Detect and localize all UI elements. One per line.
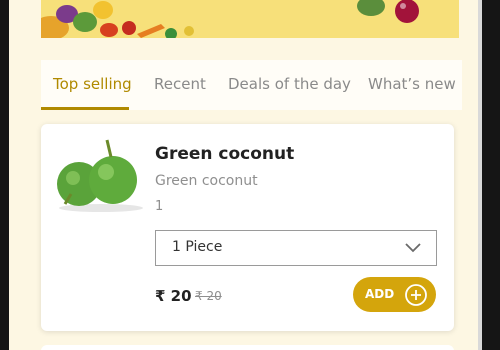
chevron-down-icon — [405, 243, 421, 253]
product-card[interactable]: Green coconut Green coconut 1 1 Piece ₹ … — [41, 124, 454, 331]
tab-top-selling[interactable]: Top selling — [53, 75, 132, 93]
tab-whats-new[interactable]: What’s new — [368, 75, 456, 93]
add-to-cart-button[interactable]: ADD — [353, 277, 436, 312]
product-title: Green coconut — [155, 144, 295, 164]
active-tab-indicator — [41, 107, 129, 110]
tab-recent[interactable]: Recent — [154, 75, 206, 93]
price-original: ₹ 20 — [195, 289, 222, 303]
unit-select-value: 1 Piece — [172, 239, 223, 255]
add-button-label: ADD — [365, 287, 395, 301]
promo-banner[interactable] — [41, 0, 459, 38]
plus-icon — [405, 284, 427, 306]
unit-select[interactable]: 1 Piece — [155, 230, 437, 266]
product-image — [57, 139, 143, 212]
product-quantity: 1 — [155, 199, 164, 214]
next-product-card[interactable] — [41, 345, 454, 350]
app-screen: Top selling Recent Deals of the day What… — [9, 0, 478, 350]
price-current: ₹ 20 — [155, 287, 192, 305]
tab-deals-of-the-day[interactable]: Deals of the day — [228, 75, 351, 93]
category-tabs: Top selling Recent Deals of the day What… — [41, 60, 462, 110]
device-frame-edge — [478, 0, 482, 350]
device-frame-left — [0, 0, 9, 350]
product-subtitle: Green coconut — [155, 173, 258, 189]
vegetables-image — [41, 0, 459, 38]
device-frame-right — [482, 0, 500, 350]
